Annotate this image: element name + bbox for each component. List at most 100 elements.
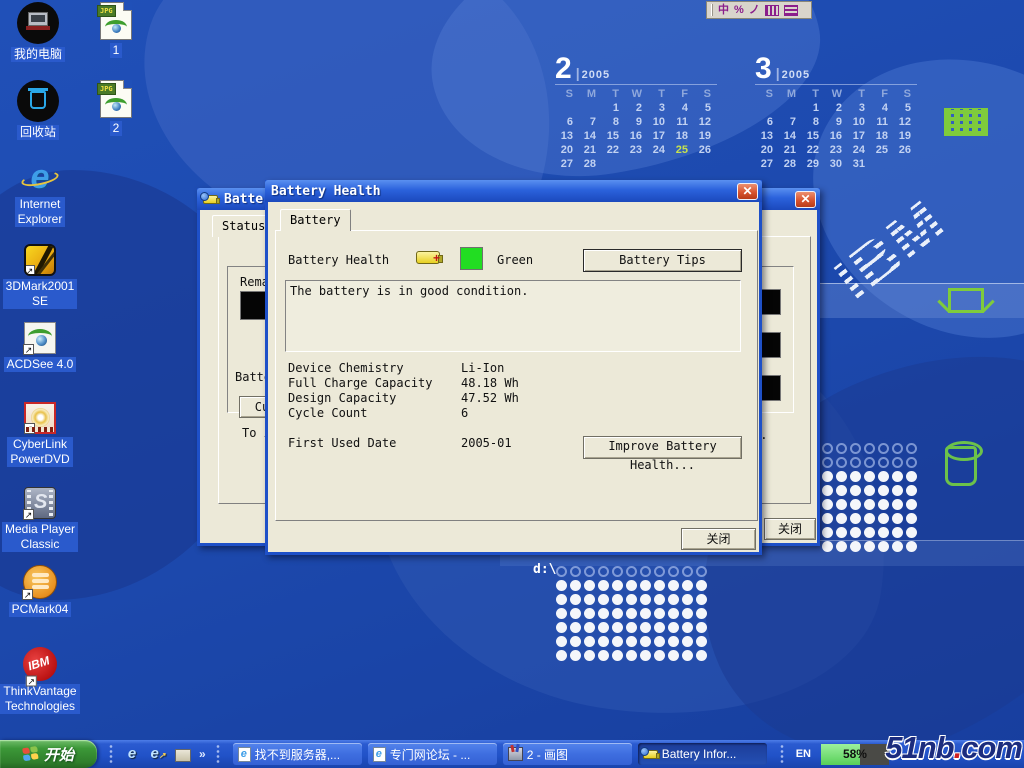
field-value: 48.18 Wh [461, 376, 519, 390]
dot [864, 499, 875, 510]
desktop-icon-3dmark2001[interactable]: ↗ 3DMark2001 SE [0, 244, 82, 310]
shortcut-arrow-icon: ↗ [24, 423, 35, 434]
field-label: Cycle Count [288, 406, 367, 420]
ibm-logo-text: IBM [823, 187, 960, 315]
desktop-icon-pcmark04[interactable]: ↗ PCMark04 [0, 565, 82, 618]
start-button[interactable]: 开始 [0, 740, 97, 768]
overflow-chevron-icon[interactable]: » [199, 747, 206, 761]
dot [612, 594, 623, 605]
dot [850, 499, 861, 510]
calendar-date: 21 [778, 143, 801, 157]
dot [878, 443, 889, 454]
calendar-date: 15 [601, 129, 624, 143]
field-label: First Used Date [288, 436, 396, 450]
outlook-express-quicklaunch-icon[interactable]: e↗ [149, 745, 167, 763]
dot [822, 471, 833, 482]
calendar-date: 18 [670, 129, 693, 143]
dot [570, 608, 581, 619]
icon-label: PCMark04 [9, 602, 72, 617]
calendar-date: 6 [555, 115, 578, 129]
desktop-icon-recycle-bin[interactable]: 回收站 [0, 80, 80, 141]
dialog-titlebar[interactable]: Battery Health ✕ [265, 180, 762, 202]
dot [584, 650, 595, 661]
close-dialog-button[interactable]: 关闭 [681, 528, 756, 550]
battery-tips-button[interactable]: Battery Tips [583, 249, 742, 272]
tab-battery[interactable]: Battery [280, 209, 351, 231]
dot [556, 622, 567, 633]
icon-label: 3DMark2001 SE [3, 279, 78, 309]
dot [654, 622, 665, 633]
taskbar-button-paint[interactable]: 2 - 画图 [503, 743, 632, 765]
green-cylinder-icon [945, 446, 977, 486]
show-desktop-icon[interactable] [175, 749, 191, 762]
dot [906, 471, 917, 482]
taskbar-button-battery-information[interactable]: Battery Infor... [638, 743, 767, 765]
ime-keyboard-icon[interactable] [765, 5, 779, 16]
dot [640, 566, 651, 577]
close-window-button[interactable]: 关闭 [764, 518, 816, 540]
dot [626, 622, 637, 633]
close-button[interactable]: ✕ [737, 183, 758, 200]
dot [864, 527, 875, 538]
dot [626, 608, 637, 619]
dot [584, 636, 595, 647]
dot [626, 580, 637, 591]
desktop-icon-media-player-classic[interactable]: S↗ Media Player Classic [0, 487, 82, 553]
icon-label: CyberLink PowerDVD [7, 437, 72, 467]
ime-width-toggle-icon[interactable]: % [734, 2, 744, 18]
calendar-day-header: S [893, 87, 916, 101]
dot [850, 471, 861, 482]
desktop-icon-internet-explorer[interactable]: e Internet Explorer [0, 160, 82, 228]
dot [654, 650, 665, 661]
desktop-icon-powerdvd[interactable]: ↗ CyberLink PowerDVD [0, 402, 82, 468]
dot [864, 443, 875, 454]
dot [906, 485, 917, 496]
taskbar-button-ie-error[interactable]: 找不到服务器,... [233, 743, 362, 765]
dot [626, 636, 637, 647]
desktop-icon-jpg-2[interactable]: JPG 2 [76, 80, 156, 137]
drag-handle-icon[interactable] [711, 4, 713, 16]
calendar-date: 27 [555, 157, 578, 171]
dot [640, 622, 651, 633]
calendar-day-header: F [870, 87, 893, 101]
condition-text: The battery is in good condition. [290, 284, 528, 298]
green-grid-icon [944, 108, 988, 136]
calendar-date: 9 [624, 115, 647, 129]
calendar-date [624, 157, 647, 171]
desktop-icon-jpg-1[interactable]: JPG 1 [76, 2, 156, 59]
language-indicator[interactable]: EN [792, 747, 815, 761]
tray-battery-gauge[interactable]: 58% [821, 744, 889, 765]
dot [584, 594, 595, 605]
calendar-date: 28 [778, 157, 801, 171]
dot [682, 580, 693, 591]
calendar-date: 7 [778, 115, 801, 129]
dot [906, 499, 917, 510]
ime-punctuation-icon[interactable]: ノ [749, 2, 760, 18]
improve-battery-health-button[interactable]: Improve Battery Health... [583, 436, 742, 459]
calendar-date: 2 [824, 101, 847, 115]
dot [556, 608, 567, 619]
media-player-classic-icon: S↗ [24, 487, 56, 519]
dot [836, 527, 847, 538]
calendar-date: 3 [647, 101, 670, 115]
dot [696, 566, 707, 577]
dot [598, 608, 609, 619]
dot [654, 636, 665, 647]
dot [696, 594, 707, 605]
ime-chinese-icon[interactable]: 中 [718, 2, 729, 18]
start-label: 开始 [44, 744, 74, 765]
desktop-icon-acdsee[interactable]: ↗ ACDSee 4.0 [0, 322, 82, 373]
field-label: Device Chemistry [288, 361, 404, 375]
taskbar: 开始 e e↗ » 找不到服务器,... 专门网论坛 - ... 2 - 画图 … [0, 740, 1024, 768]
desktop-icon-thinkvantage[interactable]: IBM↗ ThinkVantage Technologies [0, 647, 82, 715]
desktop-icon-my-computer[interactable]: 我的电脑 [0, 2, 80, 63]
taskbar-button-forum[interactable]: 专门网论坛 - ... [368, 743, 497, 765]
calendar-day-header: T [601, 87, 624, 101]
tray-battery-percent: 58% [821, 744, 889, 765]
field-value: 2005-01 [461, 436, 512, 450]
calendar-date: 25 [670, 143, 693, 157]
close-button[interactable]: ✕ [795, 191, 816, 208]
ime-menu-icon[interactable] [784, 5, 798, 16]
dot [612, 636, 623, 647]
internet-explorer-quicklaunch-icon[interactable]: e [123, 745, 141, 763]
